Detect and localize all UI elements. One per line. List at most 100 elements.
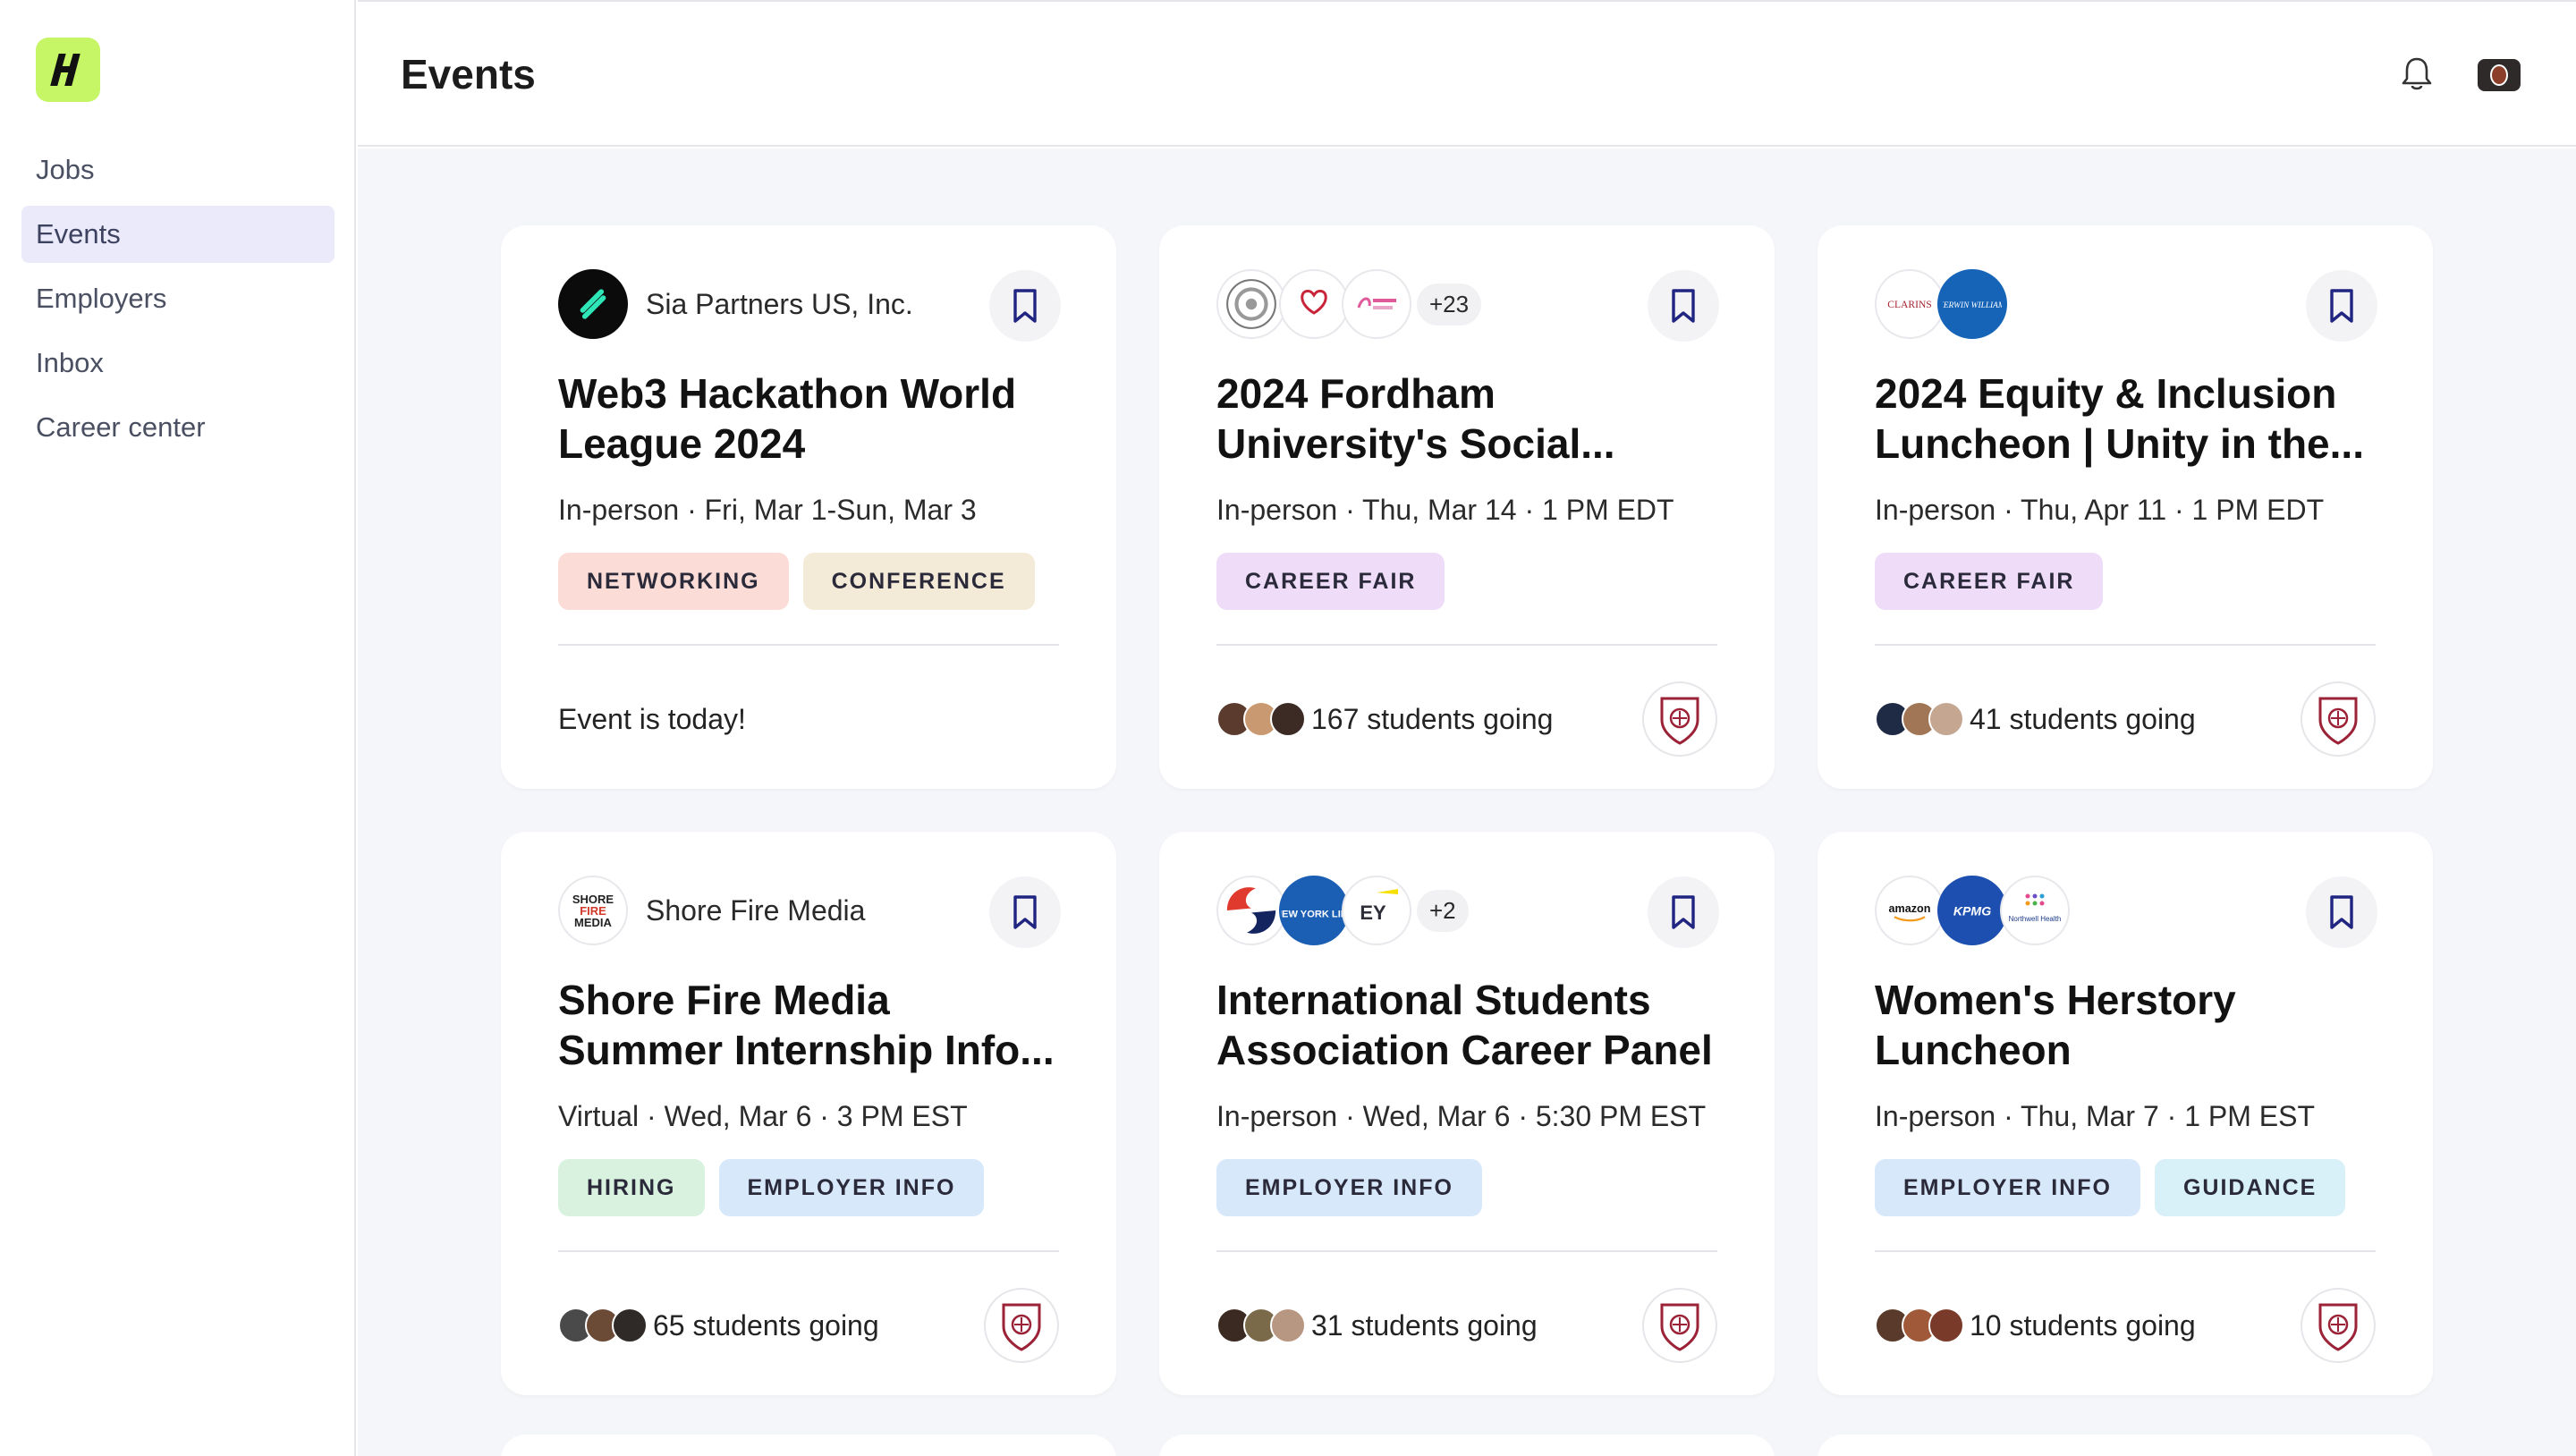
bookmark-icon	[2330, 289, 2353, 323]
card-footer: 65 students going	[558, 1288, 1059, 1363]
students-going: 65 students going	[653, 1308, 879, 1342]
bookmark-icon	[1013, 895, 1037, 929]
events-grid: Sia Partners US, Inc. Web3 Hackathon Wor…	[358, 148, 2576, 1456]
bookmark-icon	[1672, 895, 1695, 929]
partnership-schools-logo	[1342, 269, 1411, 339]
students-going: 10 students going	[1970, 1308, 2196, 1342]
divider	[1875, 1250, 2376, 1252]
event-card-partial[interactable]	[1818, 1435, 2433, 1456]
tag-list: HIRING EMPLOYER INFO	[558, 1159, 985, 1216]
user-avatar[interactable]	[2478, 59, 2521, 91]
event-status: Event is today!	[558, 702, 746, 735]
event-title: 2024 Fordham University's Social...	[1216, 370, 1615, 467]
bookmark-icon	[1672, 289, 1695, 323]
bookmark-button[interactable]	[989, 270, 1061, 342]
sidebar-item-jobs[interactable]: Jobs	[21, 141, 335, 199]
divider	[1875, 644, 2376, 646]
sherwin-williams-wordmark: SHERWIN WILLIAMS.	[1943, 301, 2002, 310]
event-meta: In-person · Thu, Mar 7 · 1 PM EST	[1875, 1100, 2316, 1132]
top-header: Events	[358, 0, 2576, 147]
sidebar-nav: Jobs Events Employers Inbox Career cente…	[21, 141, 335, 463]
logo-text: EY	[1360, 902, 1386, 924]
logo-text: Northwell Health	[2009, 915, 2062, 923]
bookmark-icon	[2330, 895, 2353, 929]
bookmark-button[interactable]	[2306, 270, 2377, 342]
divider	[1216, 644, 1717, 646]
event-card[interactable]: SHORE FIRE MEDIA Shore Fire Media Shore …	[501, 832, 1116, 1395]
org-row: SHORE FIRE MEDIA Shore Fire Media	[558, 875, 1059, 946]
sidebar-item-employers[interactable]: Employers	[21, 270, 335, 327]
school-seal	[984, 1288, 1059, 1363]
slash-logo-icon	[580, 289, 606, 319]
event-card-partial[interactable]	[1159, 1435, 1775, 1456]
attendee-avatar	[1928, 1308, 1964, 1343]
event-card[interactable]: Sia Partners US, Inc. Web3 Hackathon Wor…	[501, 225, 1116, 789]
card-footer: 41 students going	[1875, 681, 2376, 757]
divider	[558, 1250, 1059, 1252]
org-row: CLARINS SHERWIN WILLIAMS.	[1875, 268, 2376, 340]
event-meta: In-person · Fri, Mar 1-Sun, Mar 3	[558, 494, 977, 526]
tag-list: NETWORKING CONFERENCE	[558, 553, 1035, 610]
avatar-face	[2490, 64, 2508, 86]
event-meta: Virtual · Wed, Mar 6 · 3 PM EST	[558, 1100, 968, 1132]
swirl-logo-icon	[1220, 879, 1283, 942]
tag: EMPLOYER INFO	[718, 1159, 985, 1216]
sidebar-item-inbox[interactable]: Inbox	[21, 334, 335, 392]
bookmark-button[interactable]	[2306, 876, 2377, 948]
bookmark-button[interactable]	[989, 876, 1061, 948]
event-card[interactable]: NEW YORK LIFE EY +2 International Studen…	[1159, 832, 1775, 1395]
bell-icon[interactable]	[2399, 55, 2435, 93]
bookmark-button[interactable]	[1648, 876, 1719, 948]
card-footer: 10 students going	[1875, 1288, 2376, 1363]
bookmark-button[interactable]	[1648, 270, 1719, 342]
tag: EMPLOYER INFO	[1875, 1159, 2140, 1216]
page-title: Events	[401, 51, 536, 97]
tag: GUIDANCE	[2154, 1159, 2346, 1216]
event-meta: In-person · Thu, Mar 14 · 1 PM EDT	[1216, 494, 1674, 526]
attendee-avatars	[1875, 1308, 1964, 1343]
app-logo[interactable]	[36, 38, 100, 102]
attendee-avatars	[1216, 1308, 1306, 1343]
tag: EMPLOYER INFO	[1216, 1159, 1482, 1216]
fordham-seal-icon	[2318, 1303, 2358, 1351]
kpmg-logo: KPMG	[1937, 876, 2007, 945]
card-footer: 167 students going	[1216, 681, 1717, 757]
clarins-logo: CLARINS	[1875, 269, 1945, 339]
shore-fire-wordmark: SHORE FIRE MEDIA	[572, 893, 614, 929]
sherwin-williams-logo: SHERWIN WILLIAMS.	[1937, 269, 2007, 339]
event-card[interactable]: amazon KPMG Northwell Health Women's Her…	[1818, 832, 2433, 1395]
event-title: Women's Herstory Luncheon	[1875, 977, 2236, 1073]
attendee-avatar	[1270, 1308, 1306, 1343]
school-seal	[1642, 1288, 1717, 1363]
divider	[1216, 1250, 1717, 1252]
new-york-life-wordmark: NEW YORK LIFE	[1281, 909, 1347, 919]
attendee-avatar	[1928, 701, 1964, 737]
students-going: 31 students going	[1311, 1308, 1538, 1342]
students-going: 41 students going	[1970, 702, 2196, 735]
attendee-avatars	[1875, 701, 1964, 737]
event-title: International Students Association Caree…	[1216, 977, 1713, 1073]
logo-text: NEW YORK LIFE	[1281, 909, 1347, 919]
event-card[interactable]: CLARINS SHERWIN WILLIAMS. 2024 Equity & …	[1818, 225, 2433, 789]
event-card-partial[interactable]	[501, 1435, 1116, 1456]
attendee-avatars	[1216, 701, 1306, 737]
fordham-seal-icon	[1002, 1303, 1041, 1351]
amazon-wordmark: amazon	[1889, 902, 1930, 922]
ey-logo: EY	[1342, 876, 1411, 945]
attendee-avatar	[612, 1308, 648, 1343]
org-row: Sia Partners US, Inc.	[558, 268, 1059, 340]
org-name: Shore Fire Media	[646, 893, 866, 927]
sidebar-item-events[interactable]: Events	[21, 206, 335, 263]
sia-partners-logo	[558, 269, 628, 339]
amazon-logo: amazon	[1875, 876, 1945, 945]
event-card[interactable]: +23 2024 Fordham University's Social... …	[1159, 225, 1775, 789]
sidebar-item-career-center[interactable]: Career center	[21, 399, 335, 456]
divider	[558, 644, 1059, 646]
northwell-health-logo: Northwell Health	[2000, 876, 2070, 945]
event-title: Shore Fire Media Summer Internship Info.…	[558, 977, 1055, 1073]
tag: CAREER FAIR	[1216, 553, 1445, 610]
logo-text: KPMG	[1953, 904, 1991, 918]
tag: CONFERENCE	[802, 553, 1035, 610]
northwell-wordmark: Northwell Health	[2009, 893, 2062, 923]
school-seal	[2301, 1288, 2376, 1363]
